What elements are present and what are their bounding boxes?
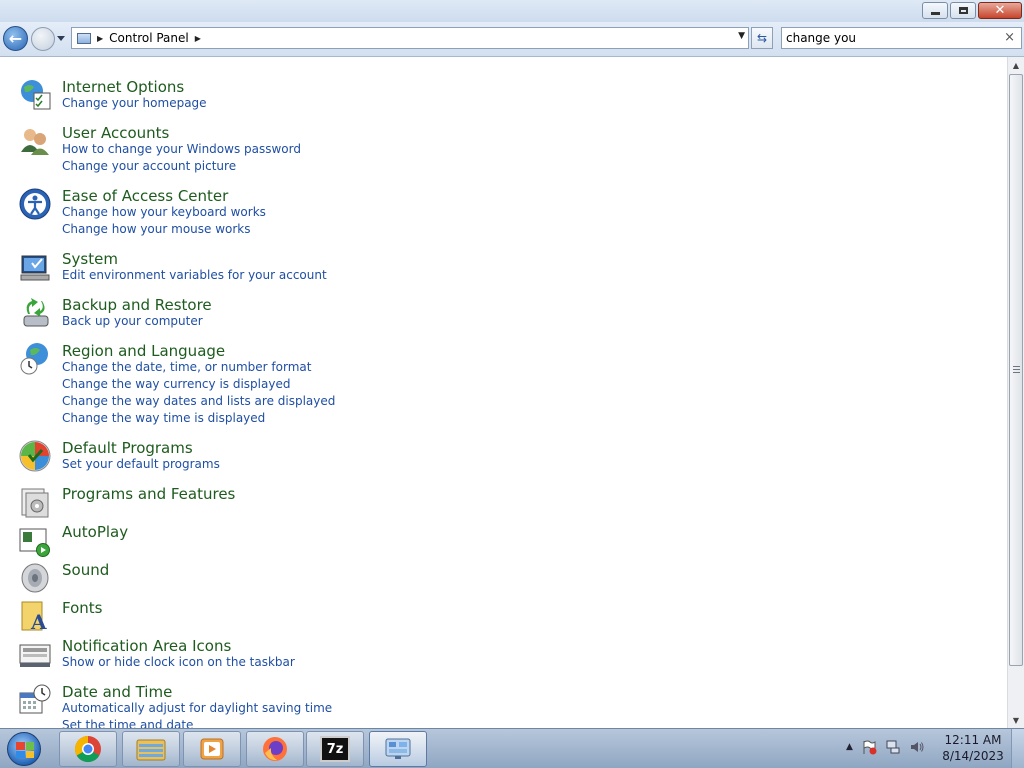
clock[interactable]: 12:11 AM 8/14/2023 <box>938 732 1008 764</box>
recent-pages-dropdown[interactable] <box>57 36 65 41</box>
task-link[interactable]: Change the way time is displayed <box>62 411 265 425</box>
item-title[interactable]: Fonts <box>62 599 102 617</box>
task-link[interactable]: Change your account picture <box>62 159 236 173</box>
scroll-up-arrow-icon[interactable]: ▲ <box>1008 57 1024 73</box>
windows-logo-icon <box>16 742 34 758</box>
media-player-icon <box>200 738 224 760</box>
address-dropdown-icon[interactable]: ▼ <box>738 31 745 41</box>
breadcrumb-arrow-icon[interactable]: ▶ <box>195 34 201 43</box>
internet-options-icon[interactable] <box>18 78 52 112</box>
task-link[interactable]: Set your default programs <box>62 457 220 471</box>
default-programs-icon[interactable] <box>18 439 52 473</box>
item-title[interactable]: Internet Options <box>62 78 184 96</box>
item-title[interactable]: Date and Time <box>62 683 172 701</box>
chrome-icon <box>74 735 101 763</box>
date-time-icon[interactable] <box>18 683 52 717</box>
taskbar-media-player[interactable] <box>183 731 241 767</box>
navigation-bar: ← ▶ Control Panel ▶ ▼ ⇆ × <box>0 22 1024 57</box>
item-title[interactable]: Region and Language <box>62 342 225 360</box>
show-hidden-icons-icon[interactable]: ▲ <box>846 742 853 752</box>
show-desktop-button[interactable] <box>1011 729 1024 768</box>
search-box[interactable]: × <box>781 27 1022 49</box>
scroll-down-arrow-icon[interactable]: ▼ <box>1008 712 1024 728</box>
taskbar-explorer[interactable] <box>122 731 180 767</box>
system-tray: ▲ <box>846 739 925 755</box>
autoplay-icon[interactable] <box>18 523 52 557</box>
clock-time: 12:11 AM <box>944 733 1002 747</box>
vertical-scrollbar[interactable]: ▲ ▼ <box>1007 57 1024 728</box>
minimize-icon <box>930 11 940 15</box>
back-button[interactable]: ← <box>3 26 28 51</box>
title-bar: ✕ <box>0 0 1024 22</box>
item-title[interactable]: Programs and Features <box>62 485 235 503</box>
refresh-button[interactable]: ⇆ <box>751 27 773 49</box>
item-title[interactable]: Default Programs <box>62 439 193 457</box>
task-link[interactable]: Change the way dates and lists are displ… <box>62 394 335 408</box>
task-link[interactable]: Change how your keyboard works <box>62 205 266 219</box>
task-link[interactable]: Change your homepage <box>62 96 207 110</box>
svg-text:A: A <box>30 610 47 633</box>
control-panel-icon <box>385 738 411 759</box>
refresh-icon: ⇆ <box>756 31 768 45</box>
taskbar-control-panel[interactable] <box>369 731 427 767</box>
7zip-icon: 7z <box>320 736 350 762</box>
task-link[interactable]: Show or hide clock icon on the taskbar <box>62 655 295 669</box>
breadcrumb-control-panel[interactable]: Control Panel <box>109 31 189 45</box>
item-title[interactable]: Ease of Access Center <box>62 187 228 205</box>
system-icon[interactable] <box>18 250 52 284</box>
scrollbar-thumb[interactable] <box>1009 74 1023 666</box>
search-input[interactable] <box>786 29 996 47</box>
taskbar-chrome[interactable] <box>59 731 117 767</box>
minimize-button[interactable] <box>922 2 948 19</box>
region-language-icon[interactable] <box>18 342 52 376</box>
breadcrumb-arrow-icon[interactable]: ▶ <box>97 34 103 43</box>
action-center-flag-icon[interactable] <box>861 739 877 755</box>
task-link[interactable]: Edit environment variables for your acco… <box>62 268 327 282</box>
start-button[interactable] <box>7 732 41 766</box>
search-results: Internet Options Change your homepage User… <box>0 57 1007 728</box>
backup-restore-icon[interactable] <box>18 296 52 330</box>
item-title[interactable]: System <box>62 250 118 268</box>
file-explorer-icon <box>136 739 166 761</box>
taskbar: 7z ▲ 12:11 AM 8/14/2023 <box>0 728 1024 768</box>
forward-button[interactable] <box>31 27 55 51</box>
task-link[interactable]: How to change your Windows password <box>62 142 301 156</box>
grip-icon <box>1013 366 1020 375</box>
clear-search-icon[interactable]: × <box>1004 30 1015 45</box>
taskbar-firefox[interactable] <box>246 731 304 767</box>
user-accounts-icon[interactable] <box>18 124 52 158</box>
item-title[interactable]: Backup and Restore <box>62 296 212 314</box>
restore-button[interactable] <box>950 2 976 19</box>
back-arrow-icon: ← <box>8 29 23 48</box>
network-icon[interactable] <box>885 739 901 755</box>
task-link[interactable]: Change the way currency is displayed <box>62 377 290 391</box>
task-link[interactable]: Automatically adjust for daylight saving… <box>62 701 332 715</box>
volume-icon[interactable] <box>909 739 925 755</box>
sound-icon[interactable] <box>18 561 52 595</box>
address-bar[interactable]: ▶ Control Panel ▶ ▼ <box>71 27 749 49</box>
control-panel-icon <box>77 32 91 44</box>
task-link[interactable]: Back up your computer <box>62 314 203 328</box>
item-title[interactable]: User Accounts <box>62 124 169 142</box>
item-title[interactable]: AutoPlay <box>62 523 128 541</box>
firefox-icon <box>263 737 287 761</box>
task-link[interactable]: Set the time and date <box>62 718 193 728</box>
ease-of-access-icon[interactable] <box>18 187 52 221</box>
close-icon: ✕ <box>994 3 1006 18</box>
item-title[interactable]: Notification Area Icons <box>62 637 231 655</box>
programs-features-icon[interactable] <box>18 485 52 519</box>
close-button[interactable]: ✕ <box>978 2 1022 19</box>
taskbar-7zip[interactable]: 7z <box>306 731 364 767</box>
fonts-icon[interactable]: A <box>18 599 52 634</box>
restore-icon <box>958 7 968 14</box>
window-controls: ✕ <box>922 2 1022 19</box>
task-link[interactable]: Change how your mouse works <box>62 222 251 236</box>
task-link[interactable]: Change the date, time, or number format <box>62 360 311 374</box>
notification-area-icon[interactable] <box>18 637 52 671</box>
item-title[interactable]: Sound <box>62 561 109 579</box>
clock-date: 8/14/2023 <box>942 749 1004 763</box>
